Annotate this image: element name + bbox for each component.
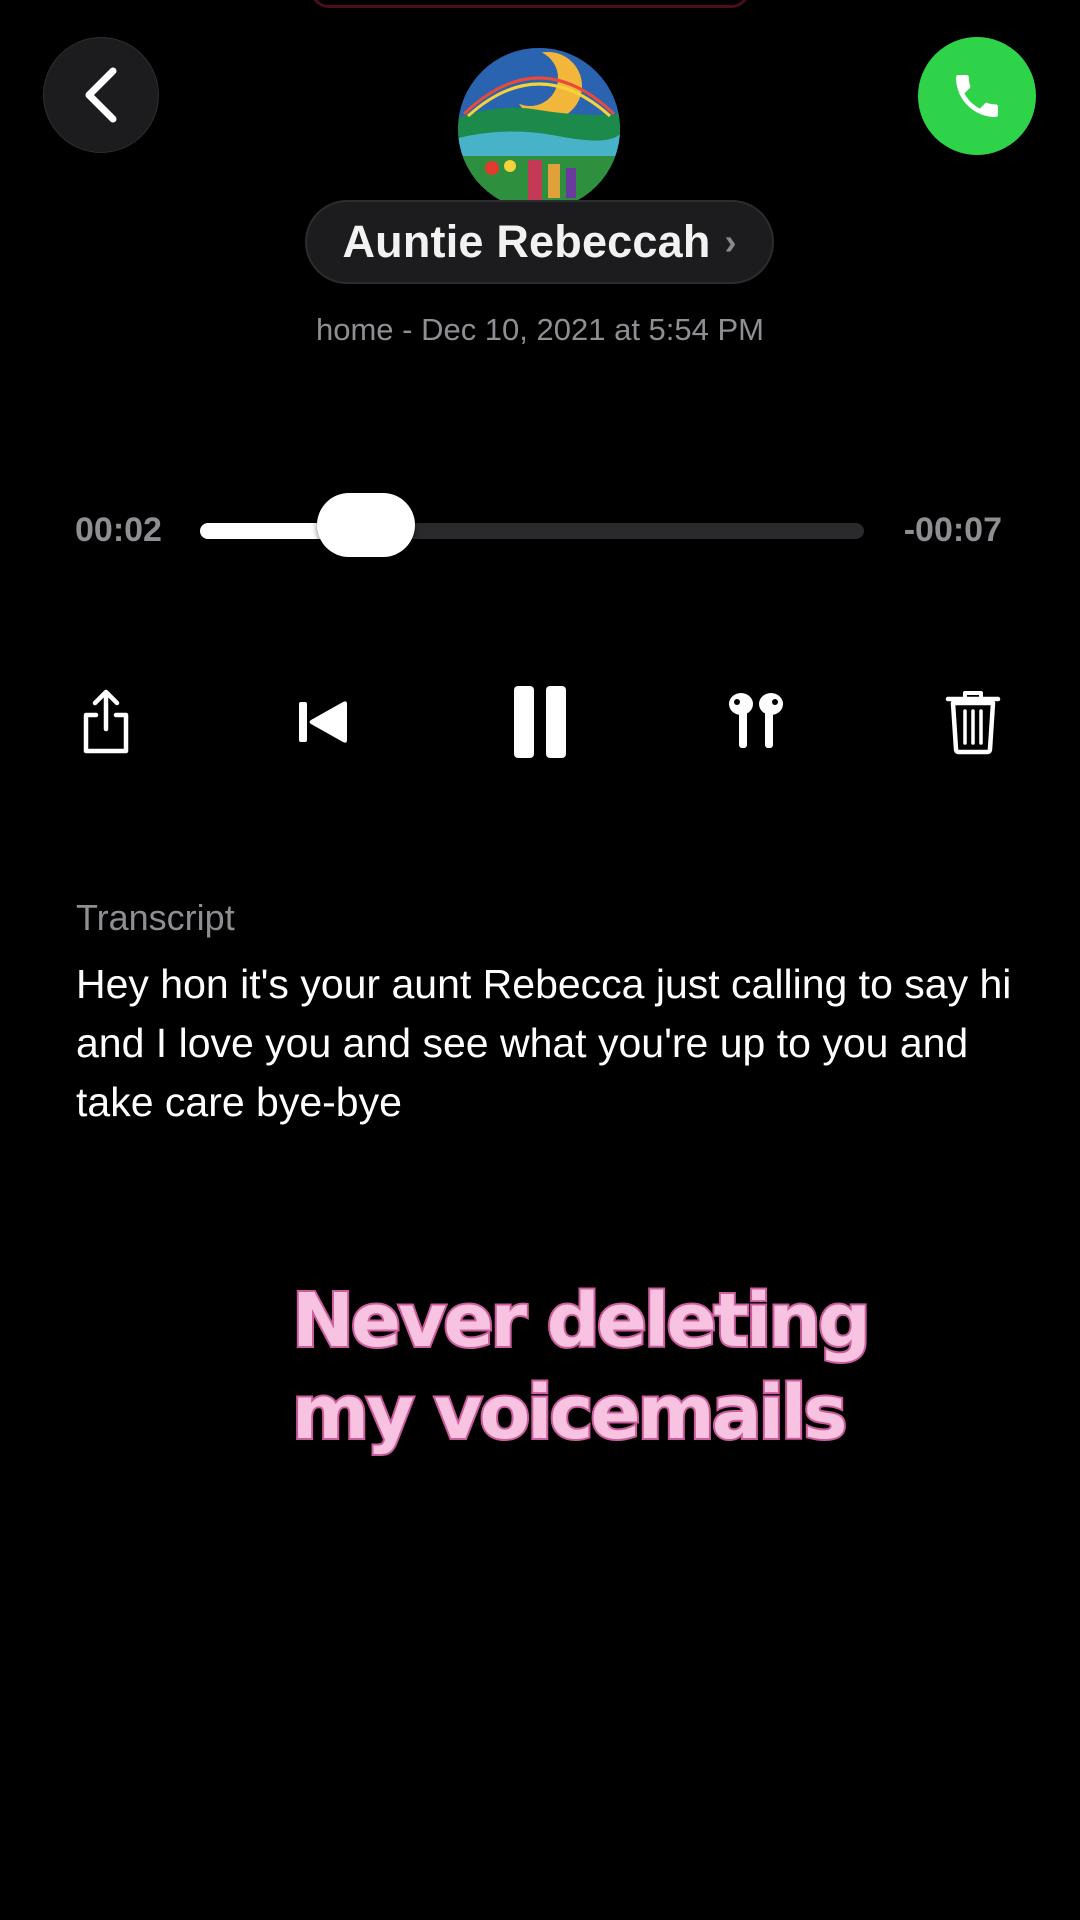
playback-scrubber[interactable] bbox=[200, 493, 864, 557]
overlay-caption-line-1: Never deleting bbox=[290, 1276, 873, 1366]
call-back-button[interactable] bbox=[918, 37, 1036, 155]
delete-button[interactable] bbox=[923, 672, 1023, 772]
contact-avatar[interactable] bbox=[458, 48, 620, 210]
remaining-time: -00:07 bbox=[903, 511, 1002, 549]
transcript-heading: Transcript bbox=[76, 897, 235, 938]
contact-name: Auntie Rebeccah bbox=[342, 216, 711, 267]
scrubber-thumb[interactable] bbox=[317, 493, 415, 557]
overlay-caption: Never deleting my voicemails bbox=[290, 1275, 892, 1459]
share-button[interactable] bbox=[56, 672, 156, 772]
phone-icon bbox=[956, 75, 998, 117]
pause-icon bbox=[514, 686, 566, 758]
chevron-right-icon: › bbox=[724, 221, 737, 262]
chevron-left-icon bbox=[85, 67, 117, 123]
voicemail-detail-screen: Auntie Rebeccah › home - Dec 10, 2021 at… bbox=[0, 0, 1080, 1920]
airpods-icon bbox=[729, 693, 783, 748]
audio-output-button[interactable] bbox=[706, 672, 806, 772]
voicemail-meta: home - Dec 10, 2021 at 5:54 PM bbox=[315, 312, 765, 347]
skip-back-icon bbox=[299, 701, 347, 743]
contact-name-button[interactable]: Auntie Rebeccah › bbox=[305, 200, 774, 284]
rewind-button[interactable] bbox=[273, 672, 373, 772]
share-icon bbox=[83, 689, 129, 754]
pause-button[interactable] bbox=[490, 672, 590, 772]
top-banner-edge bbox=[310, 0, 750, 8]
back-button[interactable] bbox=[43, 37, 159, 153]
trash-icon bbox=[945, 691, 1001, 755]
playback-controls bbox=[0, 672, 1080, 772]
overlay-caption-line-2: my voicemails bbox=[290, 1368, 849, 1458]
transcript-body: Hey hon it's your aunt Rebecca just call… bbox=[76, 961, 1012, 1125]
elapsed-time: 00:02 bbox=[75, 511, 162, 549]
